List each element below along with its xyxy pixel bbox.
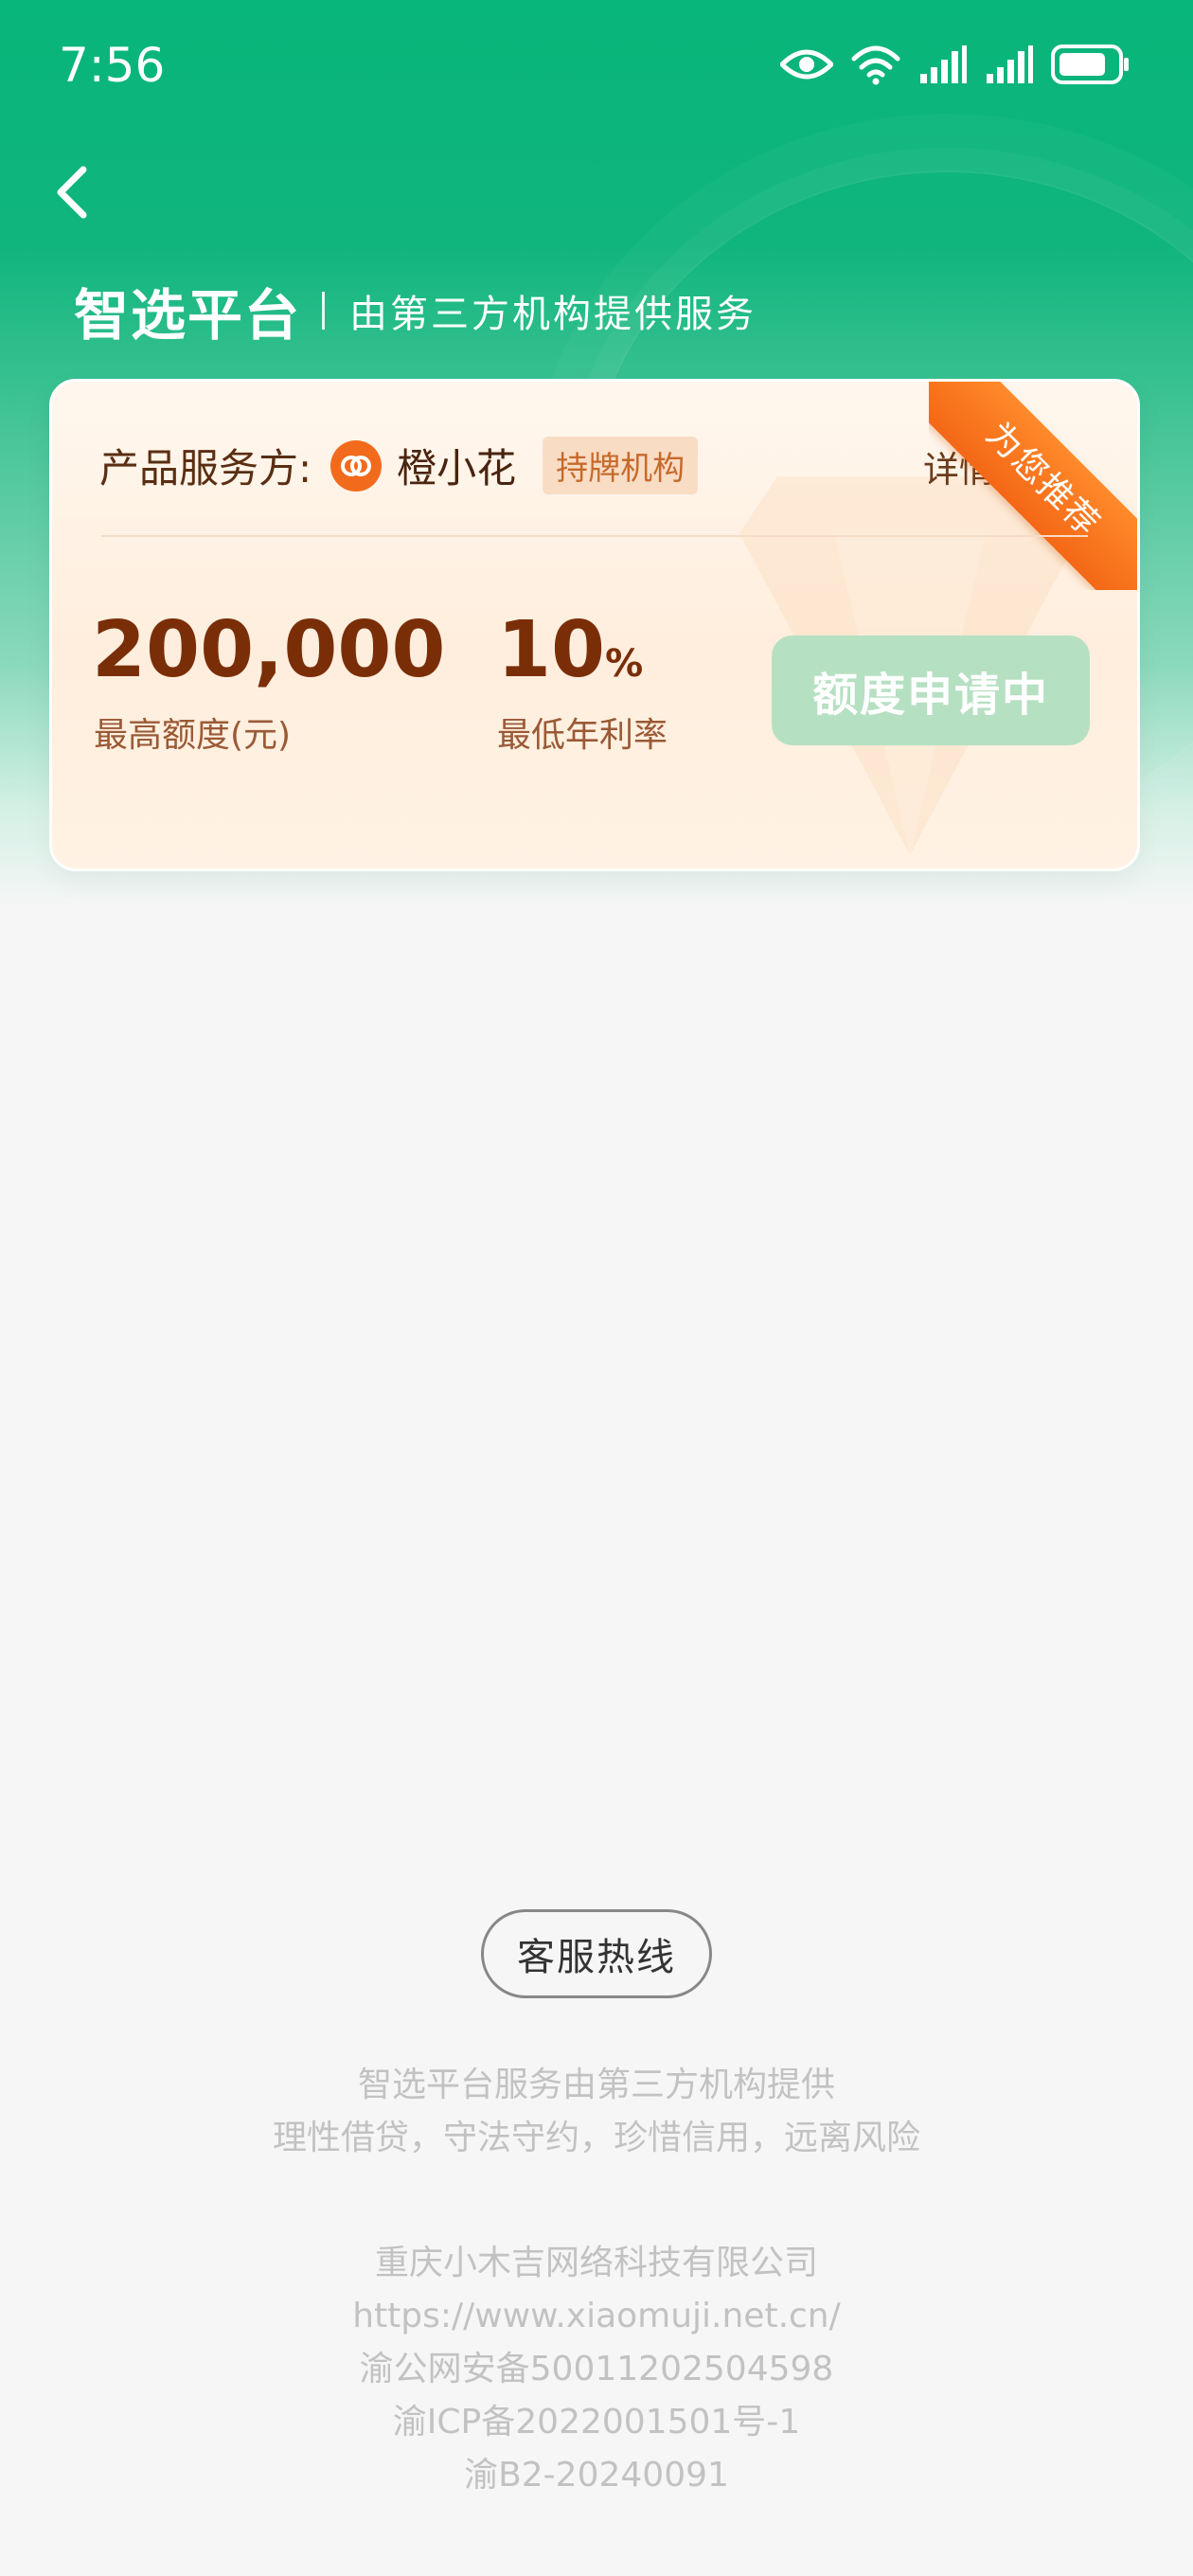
recommend-ribbon: 为您推荐: [929, 382, 1137, 590]
max-amount-label: 最高额度(元): [94, 716, 292, 755]
page-title: 智选平台: [74, 283, 302, 348]
status-time: 7:56: [59, 38, 166, 93]
provider-name: 橙小花: [397, 445, 517, 492]
status-bar: 7:56: [0, 0, 1193, 142]
apply-status-button[interactable]: 额度申请中: [772, 635, 1090, 745]
min-rate-value: 10%: [497, 605, 643, 695]
company-url[interactable]: https://www.xiaomuji.net.cn/: [0, 2290, 1193, 2343]
wifi-icon: [850, 44, 901, 85]
disclaimer-line-1: 智选平台服务由第三方机构提供: [357, 2066, 835, 2104]
recommend-ribbon-label: 为您推荐: [929, 382, 1137, 590]
license-badge: 持牌机构: [543, 437, 699, 494]
chevron-left-icon: [53, 164, 91, 224]
signal-icon: [985, 45, 1034, 83]
page-subtitle: 由第三方机构提供服务: [349, 293, 757, 336]
eye-icon: [780, 45, 833, 83]
provider-label: 产品服务方:: [99, 445, 312, 492]
title-divider: [322, 292, 326, 330]
signal-icon: [918, 45, 968, 83]
back-button[interactable]: [53, 152, 138, 237]
min-rate-unit: %: [605, 642, 644, 686]
b2-license: 渝B2-20240091: [464, 2456, 729, 2495]
icp-record: 渝ICP备2022001501号-1: [392, 2403, 801, 2442]
company-name: 重庆小木吉网络科技有限公司: [374, 2244, 818, 2282]
police-record: 渝公网安备50011202504598: [359, 2350, 834, 2388]
status-icons: [780, 44, 1131, 85]
min-rate-label: 最低年利率: [497, 716, 668, 755]
disclaimer-line-2: 理性借贷，守法守约，珍惜信用，远离风险: [272, 2119, 920, 2157]
product-card[interactable]: 产品服务方: 橙小花 持牌机构 详情 i 为您推荐 200,000 最高额度(元…: [49, 379, 1140, 871]
min-rate-number: 10: [497, 605, 606, 695]
brand-logo-icon: [330, 439, 383, 492]
battery-icon: [1051, 45, 1131, 84]
provider-row: 产品服务方: 橙小花 持牌机构: [99, 437, 699, 494]
customer-hotline-button[interactable]: 客服热线: [481, 1909, 712, 1998]
card-divider: [101, 535, 1088, 537]
max-amount-value: 200,000: [92, 605, 446, 695]
page-title-row: 智选平台 由第三方机构提供服务: [74, 271, 757, 350]
